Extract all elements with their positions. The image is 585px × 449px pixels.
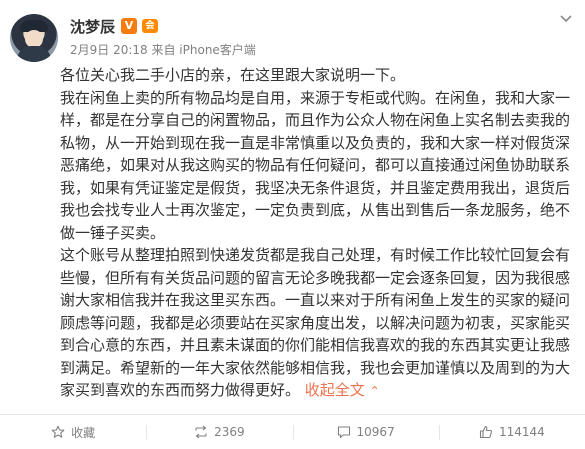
repost-icon [194,425,208,439]
avatar[interactable] [10,14,58,62]
thumbs-up-icon [479,425,493,439]
repost-count: 2369 [214,425,245,439]
chevron-up-icon[interactable]: ⌃ [370,384,380,398]
verified-badge-icon[interactable]: V [121,18,138,34]
comment-button[interactable]: 10967 [292,415,439,449]
repost-button[interactable]: 2369 [146,415,292,449]
username[interactable]: 沈梦辰 [70,16,115,37]
favorite-button[interactable]: 收藏 [0,415,146,449]
weibo-post: 沈梦辰 V 会 2月9日 20:18 来自 iPhone客户端 各位关心我二手小… [0,0,585,449]
like-count: 114144 [498,425,545,439]
collapse-link[interactable]: 收起全文 [305,381,365,399]
post-paragraph: 这个账号从整理拍照到快递发货都是我自己处理，有时候工作比较忙回复会有些慢，但所有… [60,246,571,399]
comment-count: 10967 [356,425,395,439]
post-meta: 2月9日 20:18 来自 iPhone客户端 [70,43,256,57]
star-icon [51,425,65,439]
favorite-label: 收藏 [71,425,96,440]
post-header: 沈梦辰 V 会 2月9日 20:18 来自 iPhone客户端 [10,12,575,62]
post-content: 各位关心我二手小店的亲，在这里跟大家说明一下。 我在闲鱼上卖的所有物品均是自用，… [60,64,575,403]
like-button[interactable]: 114144 [438,415,585,449]
action-bar: 收藏 2369 10967 114144 [0,414,585,449]
vip-badge-icon[interactable]: 会 [141,18,159,34]
name-row: 沈梦辰 V 会 [70,15,159,37]
comment-icon [337,425,351,439]
post-paragraph: 我在闲鱼上卖的所有物品均是自用，来源于专柜或代购。在闲鱼，我和大家一样，都是在分… [60,88,571,242]
chevron-down-icon[interactable] [557,12,575,26]
post-paragraph: 各位关心我二手小店的亲，在这里跟大家说明一下。 [60,66,406,84]
